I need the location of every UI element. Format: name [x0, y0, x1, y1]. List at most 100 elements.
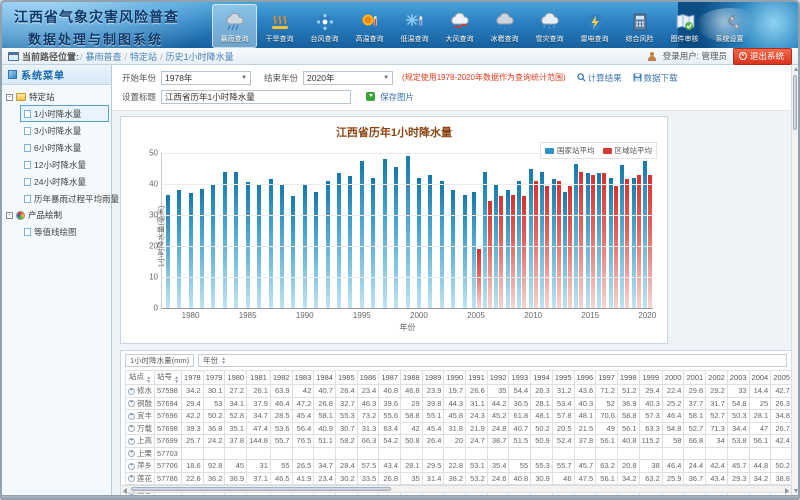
toolbar-item-2[interactable]: 干旱查询	[257, 4, 302, 48]
col-header-year[interactable]: 1980	[225, 371, 247, 385]
tree-item[interactable]: 3小时降水量	[20, 122, 109, 139]
col-header-year[interactable]: 1982	[270, 371, 292, 385]
tree-item[interactable]: 历年暴雨过程平均雨量	[20, 190, 109, 207]
vertical-scroll-thumb[interactable]	[793, 75, 797, 130]
start-year-select[interactable]: 1978年▼	[161, 71, 251, 85]
breadcrumb-item[interactable]: 历史1小时降水量	[166, 52, 234, 62]
sidebar-header: 系统菜单	[2, 65, 111, 85]
toolbar-item-5[interactable]: 低温查询	[392, 4, 437, 48]
toolbar-item-3[interactable]: 台风查询	[302, 4, 347, 48]
col-header-year[interactable]: 1979	[203, 371, 225, 385]
expand-row-icon[interactable]: +	[128, 450, 135, 457]
logout-button[interactable]: × 退出系统	[733, 48, 792, 65]
scroll-right-icon[interactable]	[785, 488, 789, 494]
col-header-year[interactable]: 2001	[684, 371, 706, 385]
calculate-button[interactable]: 计算结果	[577, 72, 622, 84]
expand-row-icon[interactable]: +	[128, 463, 135, 470]
tree-item[interactable]: 12小时降水量	[20, 156, 109, 173]
col-header-year[interactable]: 2005	[771, 371, 792, 385]
scroll-down-icon[interactable]	[794, 489, 798, 493]
col-header-year[interactable]: 1991	[466, 371, 488, 385]
expand-row-icon[interactable]: +	[128, 425, 135, 432]
col-header-station-id[interactable]: 站号 ▲▼	[155, 371, 182, 385]
tree-item[interactable]: 24小时降水量	[20, 173, 109, 190]
col-header-year[interactable]: 1993	[509, 371, 531, 385]
col-header-year[interactable]: 1996	[574, 371, 596, 385]
horizontal-scroll-thumb[interactable]	[131, 487, 391, 491]
toolbar-item-8[interactable]: ***雪灾查询	[527, 4, 572, 48]
expand-row-icon[interactable]: +	[128, 388, 135, 395]
col-header-station[interactable]: 站点 ▲▼	[126, 371, 155, 385]
col-header-year[interactable]: 1997	[596, 371, 618, 385]
value-cell: 53.1	[466, 460, 488, 473]
year-sort-box[interactable]: 年份 ▲▼	[198, 354, 787, 367]
value-cell: 54.4	[509, 385, 531, 398]
breadcrumb-item[interactable]: 暴雨普查	[86, 52, 122, 62]
col-header-year[interactable]: 1985	[335, 371, 357, 385]
col-header-year[interactable]: 1990	[444, 371, 466, 385]
tree-item[interactable]: 1小时降水量	[20, 105, 109, 122]
tree-item[interactable]: 等值线绘图	[20, 223, 109, 240]
save-image-button[interactable]: 保存图片	[380, 91, 414, 103]
col-header-year[interactable]: 1988	[401, 371, 423, 385]
col-header-year[interactable]: 1983	[292, 371, 314, 385]
col-header-year[interactable]: 1999	[639, 371, 662, 385]
expand-row-icon[interactable]: +	[128, 400, 135, 407]
value-cell: 50.2	[771, 460, 792, 473]
y-tick-label: 20	[149, 242, 158, 251]
bar-national	[269, 179, 273, 308]
scroll-up-icon[interactable]	[794, 67, 798, 71]
toolbar-item-6[interactable]: 大风查询	[437, 4, 482, 48]
tree-toggle-icon[interactable]: -	[6, 212, 13, 219]
horizontal-scrollbar[interactable]	[120, 485, 792, 493]
toolbar-item-10[interactable]: 综合风险	[617, 4, 662, 48]
value-cell: 50.8	[401, 435, 423, 448]
toolbar-item-12[interactable]: 系统设置	[707, 4, 752, 48]
wind-cloud-icon	[448, 11, 472, 33]
col-header-year[interactable]: 1986	[357, 371, 379, 385]
col-header-year[interactable]: 2000	[662, 371, 684, 385]
col-header-year[interactable]: 1994	[531, 371, 553, 385]
toolbar-item-7[interactable]: 冰雹查询	[482, 4, 527, 48]
sort-icons: ▲▼	[174, 376, 179, 384]
tree-group-1[interactable]: -特定站	[4, 89, 109, 105]
col-header-year[interactable]: 1984	[314, 371, 336, 385]
breadcrumb-item[interactable]: 特定站	[130, 52, 157, 62]
measure-box[interactable]: 1小时降水量(mm)	[125, 354, 194, 367]
col-header-year[interactable]: 1995	[552, 371, 574, 385]
scroll-left-icon[interactable]	[123, 488, 127, 494]
tree-group-2[interactable]: -产品绘制	[4, 207, 109, 223]
expand-row-icon[interactable]: +	[128, 413, 135, 420]
col-header-year[interactable]: 1981	[247, 371, 271, 385]
legend-item[interactable]: 国家站平均	[545, 145, 595, 156]
value-cell: 44.2	[487, 397, 509, 410]
download-button[interactable]: 数据下载	[633, 72, 678, 84]
col-header-year[interactable]: 1998	[617, 371, 639, 385]
chart-title-input[interactable]: 江西省历年1小时降水量	[161, 90, 351, 104]
col-header-year[interactable]: 1992	[487, 371, 509, 385]
col-header-year[interactable]: 1987	[379, 371, 401, 385]
expand-row-icon[interactable]: +	[128, 475, 135, 482]
bar-regional	[557, 181, 561, 308]
toolbar-item-9[interactable]: 雷电查询	[572, 4, 617, 48]
col-header-year[interactable]: 2004	[749, 371, 771, 385]
toolbar-item-1[interactable]: 暴雨查询	[212, 4, 257, 48]
value-cell	[771, 447, 792, 460]
value-cell: 34.7	[314, 460, 336, 473]
tree-item[interactable]: 6小时降水量	[20, 139, 109, 156]
col-header-year[interactable]: 1989	[422, 371, 444, 385]
value-cell	[706, 447, 728, 460]
tree-toggle-icon[interactable]: -	[6, 94, 13, 101]
value-cell: 36.7	[684, 472, 706, 485]
legend-item[interactable]: 区域站平均	[603, 145, 653, 156]
col-header-year[interactable]: 2002	[706, 371, 728, 385]
end-year-select[interactable]: 2020年▼	[303, 71, 393, 85]
col-header-year[interactable]: 2003	[727, 371, 749, 385]
bar-national	[234, 172, 238, 308]
bar-regional	[534, 181, 538, 308]
toolbar-item-11[interactable]: 图件审核	[662, 4, 707, 48]
vertical-scrollbar[interactable]	[791, 65, 798, 495]
col-header-year[interactable]: 1978	[182, 371, 204, 385]
toolbar-item-4[interactable]: 高温查询	[347, 4, 392, 48]
expand-row-icon[interactable]: +	[128, 438, 135, 445]
